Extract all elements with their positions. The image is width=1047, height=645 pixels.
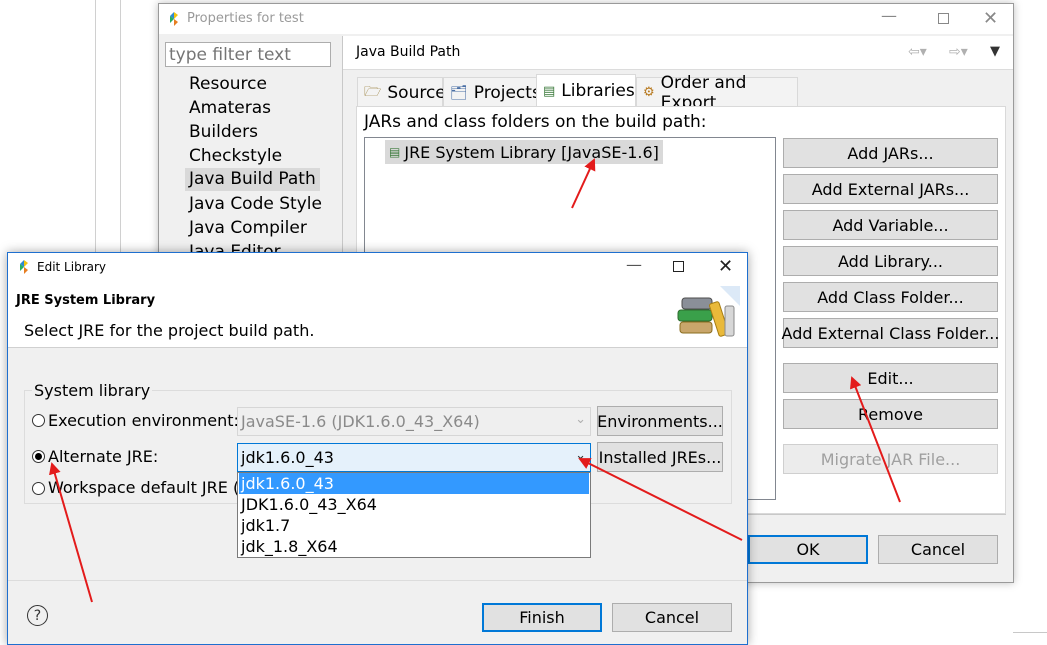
add-external-jars-button[interactable]: Add External JARs... [783, 174, 998, 204]
footer-divider [748, 514, 1006, 515]
library-books-icon [676, 284, 740, 342]
page-title: Java Build Path [356, 44, 461, 60]
minimize-button[interactable]: — [626, 255, 642, 274]
nav-item-java-code-style[interactable]: Java Code Style [185, 194, 326, 214]
eclipse-logo-icon [170, 12, 178, 26]
environments-button[interactable]: Environments... [597, 406, 723, 436]
close-button[interactable]: ✕ [718, 256, 733, 277]
libraries-icon: ▤ [543, 83, 556, 99]
tab-libraries[interactable]: ▤ Libraries [536, 74, 636, 107]
eclipse-logo-icon [20, 260, 28, 274]
dropdown-option[interactable]: JDK1.6.0_43_X64 [239, 494, 589, 515]
add-library-button[interactable]: Add Library... [783, 246, 998, 276]
alternate-jre-value: jdk1.6.0_43 [241, 448, 334, 467]
add-jars-button[interactable]: Add JARs... [783, 138, 998, 168]
workspace-default-label: Workspace default JRE (J [48, 478, 244, 497]
header-description: Select JRE for the project build path. [24, 321, 315, 340]
filter-input[interactable] [165, 42, 331, 67]
order-export-icon: ⚙ [643, 85, 655, 100]
tab-label: Libraries [561, 81, 635, 101]
exec-env-value: JavaSE-1.6 (JDK1.6.0_43_X64) [241, 412, 480, 431]
tab-source[interactable]: 🗁 Source [357, 77, 446, 107]
chevron-down-icon: ⌄ [575, 448, 586, 463]
add-class-folder-button[interactable]: Add Class Folder... [783, 282, 998, 312]
remove-button[interactable]: Remove [783, 399, 998, 429]
exec-env-label: Execution environment: [48, 411, 239, 430]
maximize-button[interactable] [938, 13, 949, 24]
library-entry-label: JRE System Library [JavaSE-1.6] [404, 142, 659, 162]
finish-button[interactable]: Finish [482, 603, 602, 632]
nav-item-java-build-path[interactable]: Java Build Path [185, 168, 320, 191]
tab-projects[interactable]: 🗂 Projects [443, 77, 541, 107]
edit-library-title: Edit Library [37, 260, 107, 274]
forward-arrow-icon[interactable]: ⇨▾ [949, 44, 968, 60]
nav-item-amateras[interactable]: Amateras [185, 98, 275, 118]
help-icon[interactable]: ? [27, 605, 48, 626]
view-menu-icon[interactable]: ▼ [990, 44, 1000, 59]
exec-env-radio[interactable] [32, 414, 45, 427]
jar-library-icon: ▤ [389, 145, 401, 159]
projects-icon: 🗂 [450, 84, 468, 101]
nav-item-java-compiler[interactable]: Java Compiler [185, 218, 311, 238]
add-external-class-folder-button[interactable]: Add External Class Folder... [782, 318, 999, 348]
edit-library-footer-divider [8, 580, 747, 581]
edit-button[interactable]: Edit... [783, 363, 998, 393]
close-button[interactable]: ✕ [983, 8, 998, 29]
tab-label: Projects [473, 82, 541, 103]
maximize-button[interactable] [673, 261, 684, 272]
nav-item-checkstyle[interactable]: Checkstyle [185, 146, 286, 166]
dropdown-option[interactable]: jdk1.7 [239, 515, 589, 536]
source-folder-icon: 🗁 [364, 83, 382, 100]
header-title: JRE System Library [16, 293, 156, 308]
back-arrow-icon[interactable]: ⇦▾ [908, 44, 927, 60]
tab-order-export[interactable]: ⚙ Order and Export [636, 73, 798, 113]
tab-label: Source [387, 82, 446, 103]
cancel-button[interactable]: Cancel [878, 535, 998, 564]
ok-button[interactable]: OK [748, 535, 868, 564]
migrate-jar-button[interactable]: Migrate JAR File... [783, 444, 998, 474]
dropdown-option[interactable]: jdk_1.8_X64 [239, 536, 589, 557]
minimize-button[interactable]: — [881, 6, 897, 25]
alternate-jre-label: Alternate JRE: [48, 447, 159, 466]
properties-title: Properties for test [187, 11, 304, 26]
nav-item-builders[interactable]: Builders [185, 122, 262, 142]
chevron-down-icon: ⌄ [575, 412, 586, 427]
edit-library-cancel-button[interactable]: Cancel [612, 603, 732, 632]
installed-jres-button[interactable]: Installed JREs... [597, 442, 723, 472]
add-variable-button[interactable]: Add Variable... [783, 210, 998, 240]
dropdown-option[interactable]: jdk1.6.0_43 [239, 473, 589, 494]
library-entry[interactable]: ▤ JRE System Library [JavaSE-1.6] [385, 140, 663, 164]
properties-title-bar: Properties for test — ✕ [159, 4, 1013, 34]
edit-library-title-bar: Edit Library — ✕ [8, 253, 747, 281]
exec-env-combo[interactable]: JavaSE-1.6 (JDK1.6.0_43_X64) ⌄ [237, 407, 591, 436]
background-window-bottom-line [1013, 632, 1047, 633]
workspace-default-radio[interactable] [32, 482, 45, 495]
alternate-jre-combo[interactable]: jdk1.6.0_43 ⌄ [237, 443, 591, 472]
nav-item-resource[interactable]: Resource [185, 74, 271, 94]
jre-dropdown-list[interactable]: jdk1.6.0_43 JDK1.6.0_43_X64 jdk1.7 jdk_1… [237, 472, 591, 558]
group-label: System library [32, 381, 153, 400]
list-caption: JARs and class folders on the build path… [364, 112, 707, 132]
alternate-jre-radio[interactable] [32, 450, 45, 463]
